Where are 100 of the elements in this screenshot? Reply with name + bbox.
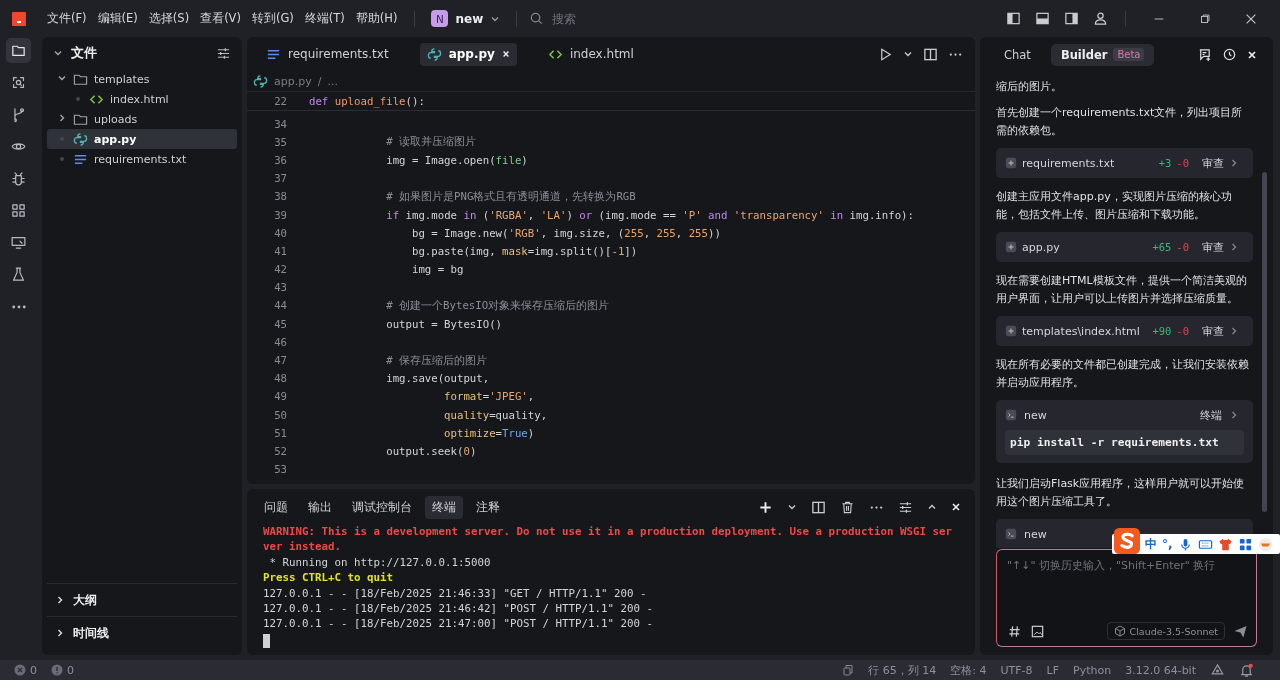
chevron-down-icon[interactable] xyxy=(903,49,913,59)
search-icon xyxy=(10,74,27,91)
copy-icon[interactable] xyxy=(842,664,855,676)
status-item[interactable]: UTF-8 xyxy=(1000,663,1033,677)
run-icon[interactable] xyxy=(878,46,893,62)
hash-icon[interactable] xyxy=(1007,623,1022,639)
line-number: 40 xyxy=(273,226,288,240)
chat-tab[interactable]: Chat xyxy=(994,43,1041,66)
python-icon xyxy=(253,73,268,89)
breadcrumb-item[interactable]: / xyxy=(317,74,322,88)
code-line: bg.paste(img, mask=img.split()[-1]) xyxy=(410,244,638,258)
terminal-line: 127.0.0.1 - - [18/Feb/2025 21:47:00] "POST / HTTP/1.1" 200 - xyxy=(263,616,654,632)
menu-item[interactable]: 文件(F) xyxy=(42,8,92,29)
review-link[interactable]: 审查 xyxy=(1202,323,1224,339)
review-link[interactable]: 审查 xyxy=(1202,239,1224,255)
chat-message: 首先创建一个requirements.txt文件，列出项目所需的依赖包。 xyxy=(996,105,1244,139)
python-icon xyxy=(426,46,442,62)
send-icon[interactable] xyxy=(1233,623,1248,639)
chevron-down-icon[interactable] xyxy=(53,48,63,58)
breadcrumb-item[interactable]: app.py xyxy=(274,74,312,88)
shirt-icon[interactable] xyxy=(1217,536,1233,552)
error-count[interactable]: 0 xyxy=(14,663,37,677)
chat-input[interactable]: "↑↓" 切换历史输入，"Shift+Enter" 换行 Claude-3.5-Sonnet xyxy=(996,549,1257,647)
file-tree-item[interactable]: requirements.txt xyxy=(47,149,237,169)
account-icon[interactable] xyxy=(1093,11,1108,26)
notification-bell-icon[interactable] xyxy=(1239,662,1254,678)
menu-item[interactable]: 选择(S) xyxy=(143,8,195,29)
punctuation-mode[interactable]: °, xyxy=(1162,537,1173,551)
history-icon[interactable] xyxy=(1222,47,1237,62)
status-item[interactable]: 行 65，列 14 xyxy=(868,662,937,678)
model-selector[interactable]: Claude-3.5-Sonnet xyxy=(1106,622,1225,640)
terminal-line: 127.0.0.1 - - [18/Feb/2025 21:46:42] "POST / HTTP/1.1" 200 - xyxy=(263,600,654,617)
line-number: 50 xyxy=(273,408,288,422)
terminal-link[interactable]: 终端 xyxy=(1200,407,1222,423)
terminal-cursor xyxy=(263,633,270,648)
file-tree-item[interactable]: index.html xyxy=(47,89,237,109)
more-icon xyxy=(11,304,26,309)
panel-tab[interactable]: 输出 xyxy=(301,495,339,519)
breadcrumb-item[interactable]: ... xyxy=(327,74,338,88)
cube-icon xyxy=(1113,625,1126,637)
terminal-name: new xyxy=(1024,527,1047,541)
code-line: quality=quality, xyxy=(443,408,548,422)
panel-tab[interactable]: 注释 xyxy=(469,495,507,519)
chevron-right-icon[interactable] xyxy=(57,112,67,123)
review-link[interactable]: 审查 xyxy=(1202,155,1224,171)
filter-settings-icon[interactable] xyxy=(216,45,231,61)
status-item[interactable]: LF xyxy=(1046,663,1060,677)
file-tree-item[interactable]: app.py xyxy=(47,129,237,149)
menu-item[interactable]: 查看(V) xyxy=(195,8,246,29)
panel-tab[interactable]: 终端 xyxy=(425,495,463,519)
project-switcher[interactable]: N new xyxy=(427,10,505,27)
file-change-card[interactable]: requirements.txt +3 -0 审查 xyxy=(996,148,1253,178)
status-item[interactable]: Python xyxy=(1073,663,1112,677)
sidebar-section[interactable]: 大纲 xyxy=(47,583,237,616)
terminal-icon xyxy=(1005,528,1017,540)
split-terminal-icon[interactable] xyxy=(811,499,826,515)
command-block: pip install -r requirements.txt xyxy=(1005,430,1244,455)
chevron-right-icon xyxy=(55,628,65,638)
flask-icon xyxy=(10,266,27,283)
image-icon[interactable] xyxy=(1030,623,1045,639)
close-icon[interactable] xyxy=(951,502,961,512)
trash-icon[interactable] xyxy=(840,499,855,515)
menu-item[interactable]: 编辑(E) xyxy=(92,8,143,29)
sidebar-toggle-icon[interactable] xyxy=(1006,11,1021,26)
search-field[interactable]: 搜索 xyxy=(550,10,705,27)
panel-tab[interactable]: 调试控制台 xyxy=(345,495,419,519)
close-icon[interactable] xyxy=(501,50,510,58)
menu-item[interactable]: 转到(G) xyxy=(246,8,299,29)
grid-icon[interactable] xyxy=(1237,536,1253,552)
chevron-down-icon[interactable] xyxy=(787,502,797,512)
line-number: 49 xyxy=(273,390,288,404)
editor-tab[interactable]: requirements.txt xyxy=(259,42,396,66)
new-chat-icon[interactable] xyxy=(1197,47,1212,62)
sidebar-section[interactable]: 时间线 xyxy=(47,616,237,649)
terminal-line: WARNING: This is a development server. Do not use it in a production deployment. Use a production WSGI ser xyxy=(263,524,953,540)
added-count: +65 xyxy=(1152,241,1172,253)
settings-sliders-icon[interactable] xyxy=(898,499,913,515)
panel-toggle-icon[interactable] xyxy=(1035,11,1050,26)
editor-tab[interactable]: app.py xyxy=(419,42,517,66)
restore-icon[interactable] xyxy=(1198,11,1212,26)
right-panel-toggle-icon[interactable] xyxy=(1064,11,1079,26)
editor-tab[interactable]: index.html xyxy=(540,42,641,66)
menu-item[interactable]: 终端(T) xyxy=(299,8,350,29)
panel-tab[interactable]: 问题 xyxy=(257,495,295,519)
close-icon[interactable] xyxy=(1247,49,1257,60)
file-tree-item[interactable]: templates xyxy=(47,69,237,89)
file-change-card[interactable]: app.py +65 -0 审查 xyxy=(996,232,1253,262)
warning-count[interactable]: 0 xyxy=(51,663,74,677)
menu-item[interactable]: 帮助(H) xyxy=(350,8,403,29)
chevron-up-icon[interactable] xyxy=(927,502,937,512)
split-editor-icon[interactable] xyxy=(923,46,938,62)
search-icon xyxy=(529,11,545,26)
file-change-card[interactable]: templates\index.html +90 -0 审查 xyxy=(996,316,1253,346)
status-item[interactable]: 空格: 4 xyxy=(950,662,987,678)
activity-bar-button[interactable] xyxy=(6,38,31,63)
status-item[interactable]: 3.12.0 64-bit xyxy=(1125,663,1196,677)
scrollbar[interactable] xyxy=(1262,172,1267,512)
add-icon[interactable] xyxy=(758,499,773,515)
chat-tab[interactable]: Builder Beta xyxy=(1050,43,1155,66)
file-tree-item[interactable]: uploads xyxy=(47,109,237,129)
